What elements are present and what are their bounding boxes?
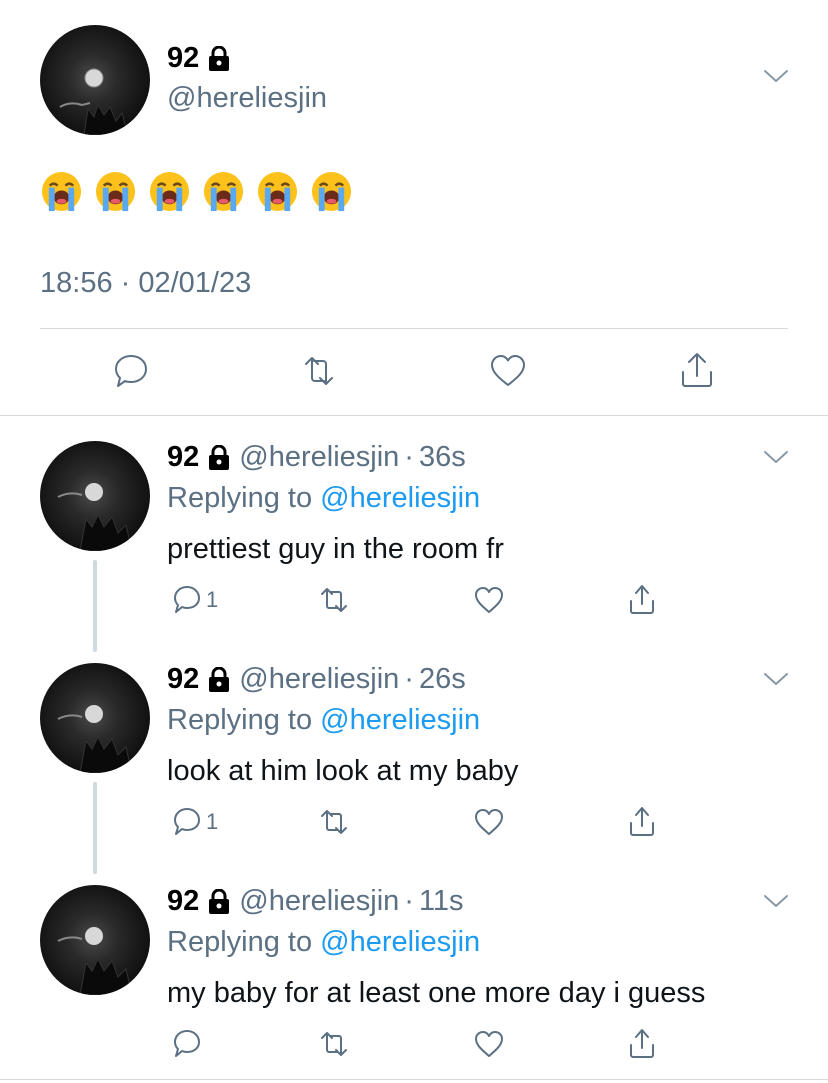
display-name[interactable]: 92 <box>167 663 199 696</box>
lock-icon <box>209 444 230 470</box>
divider <box>0 415 828 416</box>
reply-icon[interactable] <box>170 583 204 617</box>
mention-link[interactable]: @hereliesjin <box>320 482 480 514</box>
retweet-icon[interactable] <box>298 350 340 392</box>
display-name-text[interactable]: 92 <box>167 42 199 75</box>
emoji-row <box>40 170 353 213</box>
chevron-down-icon[interactable] <box>762 669 790 689</box>
lock-icon <box>209 666 230 692</box>
relative-time[interactable]: 26s <box>419 663 466 696</box>
avatar[interactable] <box>40 441 150 551</box>
avatar[interactable] <box>40 663 150 773</box>
retweet-icon[interactable] <box>317 1027 351 1061</box>
reply-header: 92 @hereliesjin · 11s <box>167 885 464 918</box>
replying-to: Replying to @hereliesjin <box>167 704 480 737</box>
relative-time[interactable]: 36s <box>419 441 466 474</box>
reply-header: 92 @hereliesjin · 26s <box>167 663 466 696</box>
share-icon[interactable] <box>625 805 659 839</box>
divider <box>40 328 788 329</box>
handle[interactable]: @hereliesjin <box>239 663 399 696</box>
replying-to: Replying to @hereliesjin <box>167 482 480 515</box>
lock-icon <box>209 45 230 71</box>
mention-link[interactable]: @hereliesjin <box>320 704 480 736</box>
avatar[interactable] <box>40 885 150 995</box>
retweet-icon[interactable] <box>317 805 351 839</box>
replying-to-label: Replying to <box>167 482 313 514</box>
reply-tweet[interactable]: 92 @hereliesjin · 26s Replying to @herel… <box>0 663 828 883</box>
reply-icon[interactable] <box>110 350 152 392</box>
separator: · <box>404 663 414 695</box>
replying-to-label: Replying to <box>167 926 313 958</box>
chevron-down-icon[interactable] <box>762 66 790 86</box>
chevron-down-icon[interactable] <box>762 447 790 467</box>
tweet-text: my baby for at least one more day i gues… <box>167 977 706 1009</box>
handle[interactable]: @hereliesjin <box>167 82 327 115</box>
reply-icon[interactable] <box>170 805 204 839</box>
loudly-crying-face-icon <box>257 171 298 212</box>
share-icon[interactable] <box>625 1027 659 1061</box>
reply-tweet[interactable]: 92 @hereliesjin · 36s Replying to @herel… <box>0 441 828 661</box>
tweet-actions: 1 <box>0 805 828 839</box>
tweet-thread-page: 92 @hereliesjin 18:56 · 02/01/23 92 @her… <box>0 0 828 1083</box>
handle[interactable]: @hereliesjin <box>239 885 399 918</box>
tweet-actions <box>0 350 828 392</box>
relative-time[interactable]: 11s <box>419 885 464 918</box>
loudly-crying-face-icon <box>203 171 244 212</box>
mention-link[interactable]: @hereliesjin <box>320 926 480 958</box>
tweet-text: look at him look at my baby <box>167 755 519 787</box>
share-icon[interactable] <box>625 583 659 617</box>
reply-icon[interactable] <box>170 1027 204 1061</box>
display-name[interactable]: 92 <box>167 42 231 75</box>
handle[interactable]: @hereliesjin <box>239 441 399 474</box>
loudly-crying-face-icon <box>311 171 352 212</box>
display-name[interactable]: 92 <box>167 885 199 918</box>
reply-count: 1 <box>206 809 219 834</box>
lock-icon <box>209 888 230 914</box>
separator: · <box>404 885 414 917</box>
avatar[interactable] <box>40 25 150 135</box>
heart-icon[interactable] <box>487 350 529 392</box>
loudly-crying-face-icon <box>149 171 190 212</box>
tweet-actions <box>0 1027 828 1061</box>
loudly-crying-face-icon <box>95 171 136 212</box>
replying-to-label: Replying to <box>167 704 313 736</box>
retweet-icon[interactable] <box>317 583 351 617</box>
display-name[interactable]: 92 <box>167 441 199 474</box>
divider <box>0 1079 828 1080</box>
loudly-crying-face-icon <box>41 171 82 212</box>
replying-to: Replying to @hereliesjin <box>167 926 480 959</box>
heart-icon[interactable] <box>472 583 506 617</box>
reply-tweet[interactable]: 92 @hereliesjin · 11s Replying to @herel… <box>0 885 828 1083</box>
tweet-timestamp[interactable]: 18:56 · 02/01/23 <box>40 267 251 300</box>
share-icon[interactable] <box>676 350 718 392</box>
chevron-down-icon[interactable] <box>762 891 790 911</box>
heart-icon[interactable] <box>472 805 506 839</box>
separator: · <box>404 441 414 473</box>
tweet-actions: 1 <box>0 583 828 617</box>
tweet-text: prettiest guy in the room fr <box>167 533 504 565</box>
heart-icon[interactable] <box>472 1027 506 1061</box>
reply-count: 1 <box>206 587 219 612</box>
reply-header: 92 @hereliesjin · 36s <box>167 441 466 474</box>
